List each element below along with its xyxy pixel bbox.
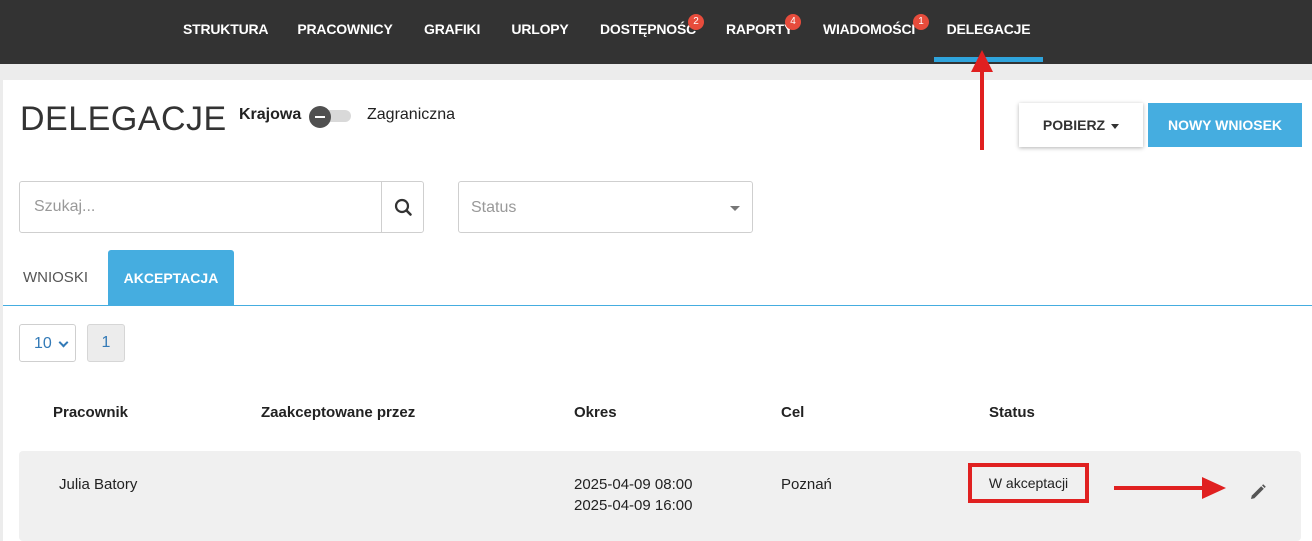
search-button[interactable]: [381, 182, 424, 232]
column-header-employee: Pracownik: [53, 404, 129, 421]
nav-item-label: URLOPY: [511, 21, 569, 37]
nav-item-struktura[interactable]: STRUKTURA: [183, 0, 269, 62]
page-button[interactable]: 1: [87, 324, 125, 362]
domestic-foreign-toggle[interactable]: [309, 106, 351, 128]
nav-item-delegacje[interactable]: DELEGACJE: [934, 0, 1043, 62]
nav-item-label: RAPORTY: [726, 21, 794, 37]
per-page-select[interactable]: 10: [19, 324, 76, 362]
column-header-status: Status: [989, 404, 1035, 421]
nav-item-wiadomosci[interactable]: WIADOMOŚCI: [822, 0, 916, 62]
notification-badge: 1: [913, 14, 929, 30]
notification-badge: 4: [785, 14, 801, 30]
download-button-label: POBIERZ: [1042, 117, 1106, 133]
toggle-label-foreign: Zagraniczna: [367, 106, 456, 123]
nav-item-dostepnosc[interactable]: DOSTĘPNOŚĆ: [600, 0, 697, 62]
caret-down-icon: [730, 206, 740, 211]
download-button[interactable]: POBIERZ: [1019, 103, 1143, 147]
search-group: [19, 181, 424, 233]
nav-item-urlopy[interactable]: URLOPY: [511, 0, 569, 62]
status-select-placeholder: Status: [471, 199, 517, 216]
caret-down-icon: [1111, 123, 1120, 129]
period-end: 2025-04-09 16:00: [574, 497, 693, 514]
column-header-period: Okres: [574, 404, 617, 421]
nav-item-pracownicy[interactable]: PRACOWNICY: [297, 0, 393, 62]
nav-item-raporty[interactable]: RAPORTY: [726, 0, 794, 62]
status-select[interactable]: Status: [458, 181, 753, 233]
tab-akceptacja[interactable]: AKCEPTACJA: [108, 250, 234, 306]
column-header-destination: Cel: [781, 404, 805, 421]
per-page-value: 10: [34, 335, 52, 352]
search-icon: [394, 198, 412, 216]
column-header-accepted-by: Zaakceptowane przez: [261, 404, 416, 421]
nav-item-label: PRACOWNICY: [297, 21, 393, 37]
edit-button[interactable]: [1248, 482, 1268, 502]
pencil-icon: [1251, 484, 1266, 499]
nav-item-label: DOSTĘPNOŚĆ: [600, 21, 697, 37]
tab-wnioski[interactable]: WNIOSKI: [3, 250, 108, 306]
chevron-down-icon: [58, 337, 69, 348]
nav-item-label: GRAFIKI: [424, 21, 481, 37]
nav-item-grafiki[interactable]: GRAFIKI: [424, 0, 480, 62]
nav-item-label: STRUKTURA: [183, 21, 269, 37]
top-navigation: STRUKTURA PRACOWNICY GRAFIKI URLOPY DOST…: [0, 0, 1312, 64]
notification-badge: 2: [688, 14, 704, 30]
new-request-button[interactable]: NOWY WNIOSEK: [1148, 103, 1302, 147]
cell-period: 2025-04-09 08:00 2025-04-09 16:00: [574, 474, 692, 516]
nav-item-label: WIADOMOŚCI: [822, 21, 916, 37]
search-input[interactable]: [20, 182, 381, 232]
period-start: 2025-04-09 08:00: [574, 476, 693, 493]
cell-employee: Julia Batory: [59, 476, 138, 493]
nav-item-label: DELEGACJE: [946, 21, 1031, 37]
cell-destination: Poznań: [781, 476, 832, 493]
tabs-divider: [3, 305, 1312, 306]
minus-icon: [309, 106, 331, 128]
toggle-label-domestic: Krajowa: [239, 106, 302, 123]
page-title: DELEGACJE: [20, 100, 227, 138]
status-badge: W akceptacji: [968, 463, 1089, 503]
main-panel: DELEGACJE Krajowa Zagraniczna POBIERZ NO…: [3, 80, 1312, 541]
